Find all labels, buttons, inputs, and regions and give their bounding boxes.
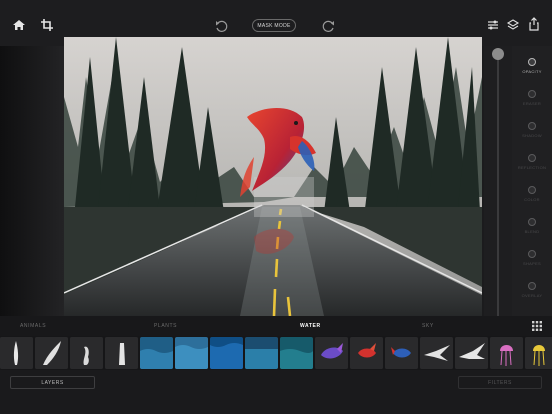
thumbnail-item[interactable] xyxy=(455,337,488,369)
bottom-bar: LAYERS FILTERS xyxy=(0,370,552,414)
shadow-icon xyxy=(528,122,536,130)
thumbnail-item[interactable] xyxy=(35,337,68,369)
thumbnail-item[interactable] xyxy=(245,337,278,369)
reflection-icon xyxy=(528,154,536,162)
thumbnail-item[interactable] xyxy=(0,337,33,369)
overlay-icon xyxy=(528,282,536,290)
grid-view-icon[interactable] xyxy=(532,321,542,331)
road-scene-image xyxy=(64,37,482,316)
tab-plants[interactable]: PLANTS xyxy=(154,323,177,329)
thumbnail-item[interactable] xyxy=(525,337,552,369)
category-bar: ANIMALS PLANTS WATER SKY xyxy=(0,316,552,336)
layers-button[interactable]: LAYERS xyxy=(10,376,95,389)
home-icon[interactable] xyxy=(10,16,28,34)
shapes-icon xyxy=(528,250,536,258)
share-icon[interactable] xyxy=(525,15,543,33)
tool-opacity[interactable]: OPACITY xyxy=(512,58,552,74)
eraser-icon xyxy=(528,90,536,98)
thumbnail-item[interactable] xyxy=(70,337,103,369)
redo-icon[interactable] xyxy=(320,17,338,35)
canvas-margin xyxy=(0,46,64,316)
thumbnail-item[interactable] xyxy=(420,337,453,369)
tab-sky[interactable]: SKY xyxy=(422,323,434,329)
slider-handle[interactable] xyxy=(492,48,504,60)
thumbnail-item[interactable] xyxy=(210,337,243,369)
opacity-slider[interactable] xyxy=(484,46,512,316)
opacity-icon xyxy=(528,58,536,66)
undo-icon[interactable] xyxy=(212,17,230,35)
tab-water[interactable]: WATER xyxy=(300,323,321,329)
asset-thumbnail-strip[interactable] xyxy=(0,336,552,370)
tool-color[interactable]: COLOR xyxy=(512,186,552,202)
tool-eraser[interactable]: ERASER xyxy=(512,90,552,106)
tool-shadow[interactable]: SHADOW xyxy=(512,122,552,138)
blend-icon xyxy=(528,218,536,226)
adjust-icon[interactable] xyxy=(484,16,502,34)
filters-button[interactable]: FILTERS xyxy=(458,376,542,389)
tool-overlay[interactable]: OVERLAY xyxy=(512,282,552,298)
color-icon xyxy=(528,186,536,194)
thumbnail-item[interactable] xyxy=(140,337,173,369)
mask-mode-button[interactable]: MASK MODE xyxy=(252,19,296,32)
thumbnail-item[interactable] xyxy=(315,337,348,369)
tool-reflection[interactable]: REFLECTION xyxy=(512,154,552,170)
layers-stack-icon[interactable] xyxy=(504,16,522,34)
slider-track[interactable] xyxy=(497,54,499,316)
tool-blend[interactable]: BLEND xyxy=(512,218,552,234)
thumbnail-item[interactable] xyxy=(490,337,523,369)
tools-panel: OPACITY ERASER SHADOW REFLECTION COLOR B… xyxy=(512,46,552,316)
photo-canvas[interactable] xyxy=(64,37,482,316)
thumbnail-item[interactable] xyxy=(175,337,208,369)
thumbnail-item[interactable] xyxy=(350,337,383,369)
tab-animals[interactable]: ANIMALS xyxy=(20,323,46,329)
crop-icon[interactable] xyxy=(38,16,56,34)
thumbnail-item[interactable] xyxy=(385,337,418,369)
tool-shapes[interactable]: SHAPES xyxy=(512,250,552,266)
thumbnail-item[interactable] xyxy=(280,337,313,369)
thumbnail-item[interactable] xyxy=(105,337,138,369)
